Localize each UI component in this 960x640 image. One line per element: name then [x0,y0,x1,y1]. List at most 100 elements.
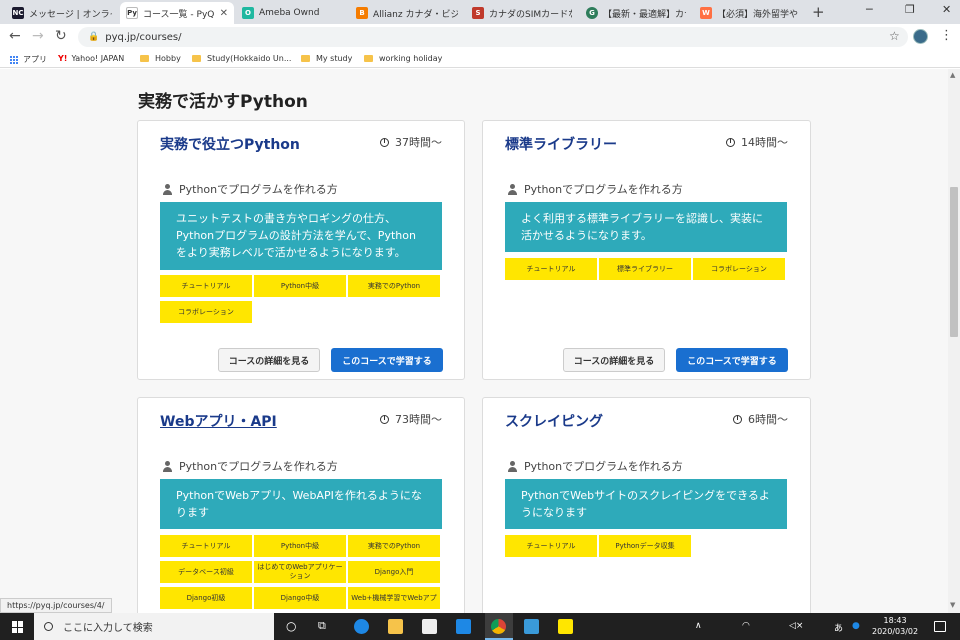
section-title: 実務で活かすPython [138,92,308,112]
start-course-button[interactable]: このコースで学習する [676,348,788,372]
ime-icon[interactable]: ● [852,621,860,631]
browser-tab-active[interactable]: Py コース一覧 - PyQ ✕ [120,2,234,24]
duration-text: 6時間〜 [748,413,788,426]
notification-icon[interactable] [934,621,946,632]
browser-menu-icon[interactable]: ⋮ [940,28,953,43]
course-target: Pythonでプログラムを作れる方 [162,458,338,474]
clock-date: 2020/03/02 [872,627,919,636]
status-url: https://pyq.jp/courses/4/ [0,598,112,613]
course-description: PythonでWebサイトのスクレイピングをできるようになります [505,479,787,529]
course-title[interactable]: 標準ライブラリー [505,134,617,154]
clock-icon [380,414,389,424]
tab-strip: NC メッセージ | オンライン Py コース一覧 - PyQ ✕ O Ameb… [0,0,960,24]
course-title[interactable]: 実務で役立つPython [160,134,300,154]
browser-tab[interactable]: NC メッセージ | オンライン [6,2,118,24]
address-bar[interactable]: 🔒 pyq.jp/courses/ [78,27,908,47]
yahoo-icon: Y! [58,54,68,63]
target-text: Pythonでプログラムを作れる方 [524,183,683,196]
bookmark-apps[interactable]: アプリ [10,54,47,65]
browser-tab[interactable]: B Allianz カナダ・ビジタ [350,2,464,24]
wifi-icon[interactable]: ◠ [742,621,750,631]
clock-icon [726,137,735,147]
tab-title: コース一覧 - PyQ [143,9,215,20]
search-icon [44,622,53,631]
person-icon [162,183,173,195]
minimize-icon[interactable]: ─ [866,3,873,16]
back-arrow-icon[interactable]: ← [9,28,21,44]
start-course-button[interactable]: このコースで学習する [331,348,443,372]
course-duration: 37時間〜 [380,134,442,150]
close-tab-icon[interactable]: ✕ [220,8,228,19]
course-detail-button[interactable]: コースの詳細を見る [563,348,665,372]
scroll-down-arrow-icon[interactable]: ▼ [950,601,955,609]
favicon-icon: NC [12,7,24,19]
store-icon[interactable] [422,619,437,634]
course-target: Pythonでプログラムを作れる方 [162,181,338,197]
page-viewport: 実務で活かすPython 実務で役立つPython 37時間〜 Pythonでプ… [0,69,948,613]
browser-tab[interactable]: O Ameba Ownd [236,2,348,24]
target-text: Pythonでプログラムを作れる方 [179,183,338,196]
favicon-icon: S [472,7,484,19]
course-tag: コラボレーション [160,301,252,323]
course-title[interactable]: スクレイピング [505,411,603,431]
taskbar-search-placeholder: ここに入力して検索 [63,623,153,634]
forward-arrow-icon[interactable]: → [32,28,44,44]
file-explorer-icon[interactable] [388,619,403,634]
bookmark-folder[interactable]: Hobby [140,54,181,63]
course-title[interactable]: Webアプリ・API [160,411,277,431]
scroll-thumb[interactable] [950,187,958,337]
page-scrollbar[interactable]: ▲ ▼ [948,69,960,613]
course-tag: Django初級 [160,587,252,609]
tab-title: 【最新・最適解】カナ [603,9,686,20]
favicon-icon: O [242,7,254,19]
sticky-notes-icon[interactable] [558,619,573,634]
bookmark-star-icon[interactable]: ☆ [889,29,900,43]
course-tag: 標準ライブラリー [599,258,691,280]
chrome-icon[interactable] [491,619,506,634]
taskbar-search[interactable]: ここに入力して検索 [34,613,274,640]
course-tag: はじめてのWebアプリケーション [254,561,346,583]
volume-icon[interactable]: ◁× [789,621,803,631]
bookmark-folder[interactable]: working holiday [364,54,442,63]
bookmark-folder[interactable]: Study(Hokkaido Un... [192,54,291,63]
tab-title: メッセージ | オンライン [29,9,112,20]
profile-avatar[interactable] [913,29,928,44]
target-text: Pythonでプログラムを作れる方 [179,460,338,473]
tab-title: カナダのSIMカードなら [489,9,572,20]
windows-start-icon[interactable] [12,621,24,633]
browser-tab[interactable]: W 【必須】海外留学や [694,2,806,24]
course-target: Pythonでプログラムを作れる方 [507,458,683,474]
mail-icon[interactable] [456,619,471,634]
new-tab-button[interactable]: + [812,3,825,21]
tray-chevron-icon[interactable]: ∧ [695,621,702,631]
ime-mode[interactable]: あ [834,621,843,634]
browser-tab[interactable]: S カナダのSIMカードなら [466,2,578,24]
course-tag: チュートリアル [160,275,252,297]
scroll-up-arrow-icon[interactable]: ▲ [950,71,955,79]
course-detail-button[interactable]: コースの詳細を見る [218,348,320,372]
course-tags: チュートリアル 標準ライブラリー コラボレーション [505,258,785,280]
restore-icon[interactable]: ❐ [905,3,915,16]
favicon-icon: W [700,7,712,19]
edge-icon[interactable] [354,619,369,634]
browser-tab[interactable]: G 【最新・最適解】カナ [580,2,692,24]
bookmark-label: My study [316,54,353,63]
app-icon[interactable] [524,619,539,634]
bookmark-label: Study(Hokkaido Un... [207,54,292,63]
taskbar-clock[interactable]: 18:43 2020/03/02 [872,615,918,637]
course-tag: Python中級 [254,535,346,557]
task-view-icon[interactable]: ⧉ [318,619,326,633]
bookmark-yahoo[interactable]: Y! Yahoo! JAPAN [58,54,124,63]
tab-title: Ameba Ownd [259,8,320,18]
target-text: Pythonでプログラムを作れる方 [524,460,683,473]
bookmarks-bar: アプリ Y! Yahoo! JAPAN Hobby Study(Hokkaido… [0,50,960,68]
course-tag: チュートリアル [505,258,597,280]
course-duration: 14時間〜 [726,134,788,150]
folder-icon [192,55,201,62]
cortana-icon[interactable]: ○ [286,619,296,633]
bookmark-folder[interactable]: My study [301,54,352,63]
reload-icon[interactable]: ↻ [55,28,67,44]
person-icon [507,460,518,472]
close-window-icon[interactable]: ✕ [942,3,951,16]
course-tag: Web+機械学習でWebアプ [348,587,440,609]
